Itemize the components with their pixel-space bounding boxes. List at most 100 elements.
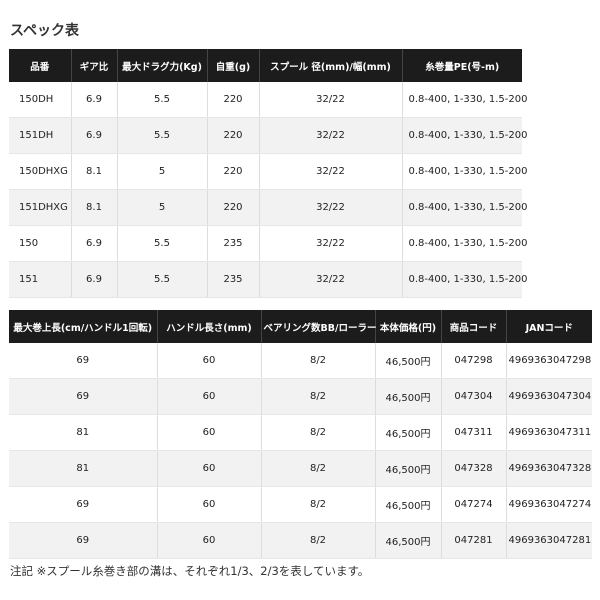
spec-table-cell: 150DHXG bbox=[9, 153, 72, 190]
spec-table-header-cell: 品番 bbox=[9, 49, 72, 82]
spec-table-cell: 220 bbox=[207, 117, 260, 154]
spec-table-header-row: 品番 ギア比 最大ドラグ力(Kg) 自重(g) スプール 径(mm)/幅(mm) 糸巻量P… bbox=[9, 49, 522, 82]
spec-table-cell: 5.5 bbox=[117, 82, 208, 118]
table-row: 69 60 8/2 46,500円 047281 4969363047281 bbox=[9, 522, 592, 559]
detail-table-cell: 69 bbox=[9, 486, 158, 523]
detail-table-cell: 047298 bbox=[441, 343, 507, 379]
table-row: 81 60 8/2 46,500円 047328 4969363047328 bbox=[9, 450, 592, 487]
spec-table-cell: 32/22 bbox=[259, 82, 403, 118]
detail-table-cell: 4969363047298 bbox=[506, 343, 592, 379]
detail-table-cell: 4969363047328 bbox=[506, 450, 592, 487]
detail-table-cell: 46,500円 bbox=[375, 414, 442, 451]
detail-table-cell: 4969363047274 bbox=[506, 486, 592, 523]
spec-table-cell: 150DH bbox=[9, 82, 72, 118]
detail-table-cell: 8/2 bbox=[261, 343, 376, 379]
spec-table-cell: 0.8-400, 1-330, 1.5-200 bbox=[402, 225, 527, 262]
detail-table-header-cell: ハンドル長さ(mm) bbox=[157, 310, 262, 343]
spec-table-cell: 32/22 bbox=[259, 225, 403, 262]
spec-table: 品番 ギア比 最大ドラグ力(Kg) 自重(g) スプール 径(mm)/幅(mm) 糸巻量P… bbox=[9, 49, 527, 298]
table-row: 69 60 8/2 46,500円 047274 4969363047274 bbox=[9, 486, 592, 523]
spec-table-body: 150DH 6.9 5.5 220 32/22 0.8-400, 1-330, 1.5-2… bbox=[9, 82, 527, 298]
detail-table-cell: 81 bbox=[9, 414, 158, 451]
detail-table-cell: 69 bbox=[9, 522, 158, 559]
detail-table-cell: 46,500円 bbox=[375, 486, 442, 523]
detail-table-cell: 60 bbox=[157, 522, 262, 559]
detail-table-header-cell: JANコード bbox=[506, 310, 592, 343]
detail-table-cell: 8/2 bbox=[261, 450, 376, 487]
spec-table-cell: 5.5 bbox=[117, 225, 208, 262]
detail-table-cell: 69 bbox=[9, 378, 158, 415]
spec-table-cell: 6.9 bbox=[71, 261, 118, 298]
detail-table-cell: 60 bbox=[157, 414, 262, 451]
detail-table-cell: 60 bbox=[157, 378, 262, 415]
table-row: 69 60 8/2 46,500円 047304 4969363047304 bbox=[9, 378, 592, 415]
detail-table-cell: 46,500円 bbox=[375, 450, 442, 487]
spec-table-cell: 8.1 bbox=[71, 153, 118, 190]
spec-table-header-cell: ギア比 bbox=[71, 49, 118, 82]
spec-table-cell: 6.9 bbox=[71, 225, 118, 262]
spec-table-cell: 32/22 bbox=[259, 117, 403, 154]
detail-table-cell: 8/2 bbox=[261, 414, 376, 451]
spec-table-cell: 32/22 bbox=[259, 261, 403, 298]
detail-table-cell: 46,500円 bbox=[375, 378, 442, 415]
spec-table-cell: 32/22 bbox=[259, 189, 403, 226]
detail-table-header-cell: 商品コード bbox=[441, 310, 507, 343]
detail-table-header-cell: 本体価格(円) bbox=[375, 310, 442, 343]
detail-table-cell: 047304 bbox=[441, 378, 507, 415]
table-row: 151DH 6.9 5.5 220 32/22 0.8-400, 1-330, 1.5-2… bbox=[9, 117, 527, 154]
detail-table-header-cell: 最大巻上長(cm/ハンドル1回転) bbox=[9, 310, 158, 343]
spec-table-header-cell: 糸巻量PE(号-m) bbox=[402, 49, 522, 82]
spec-table-cell: 0.8-400, 1-330, 1.5-200 bbox=[402, 261, 527, 298]
spec-table-header-cell: 最大ドラグ力(Kg) bbox=[117, 49, 208, 82]
detail-table-cell: 047328 bbox=[441, 450, 507, 487]
spec-table-cell: 5.5 bbox=[117, 261, 208, 298]
detail-table-cell: 047281 bbox=[441, 522, 507, 559]
spec-table-cell: 220 bbox=[207, 82, 260, 118]
table-row: 151 6.9 5.5 235 32/22 0.8-400, 1-330, 1.5-200 bbox=[9, 261, 527, 298]
spec-table-cell: 150 bbox=[9, 225, 72, 262]
spec-table-cell: 5 bbox=[117, 153, 208, 190]
spec-table-cell: 151 bbox=[9, 261, 72, 298]
spec-table-cell: 5 bbox=[117, 189, 208, 226]
detail-table-header-row: 最大巻上長(cm/ハンドル1回転) ハンドル長さ(mm) ベアリング数BB/ローラー… bbox=[9, 310, 592, 343]
spec-table-header-cell: スプール 径(mm)/幅(mm) bbox=[259, 49, 403, 82]
spec-table-cell: 8.1 bbox=[71, 189, 118, 226]
spec-table-cell: 151DHXG bbox=[9, 189, 72, 226]
table-row: 150DH 6.9 5.5 220 32/22 0.8-400, 1-330, 1.5-2… bbox=[9, 82, 527, 118]
detail-table-cell: 60 bbox=[157, 343, 262, 379]
spec-table-cell: 220 bbox=[207, 153, 260, 190]
spec-table-cell: 0.8-400, 1-330, 1.5-200 bbox=[402, 117, 527, 154]
detail-table-cell: 8/2 bbox=[261, 522, 376, 559]
detail-table-cell: 8/2 bbox=[261, 486, 376, 523]
table-row: 69 60 8/2 46,500円 047298 4969363047298 bbox=[9, 343, 592, 379]
detail-table-cell: 60 bbox=[157, 486, 262, 523]
detail-table: 最大巻上長(cm/ハンドル1回転) ハンドル長さ(mm) ベアリング数BB/ローラー… bbox=[9, 310, 592, 559]
spec-table-cell: 0.8-400, 1-330, 1.5-200 bbox=[402, 82, 527, 118]
spec-table-cell: 6.9 bbox=[71, 117, 118, 154]
table-row: 150DHXG 8.1 5 220 32/22 0.8-400, 1-330, 1.5-2… bbox=[9, 153, 527, 190]
spec-table-cell: 6.9 bbox=[71, 82, 118, 118]
detail-table-cell: 4969363047304 bbox=[506, 378, 592, 415]
table-row: 150 6.9 5.5 235 32/22 0.8-400, 1-330, 1.5-200 bbox=[9, 225, 527, 262]
detail-table-body: 69 60 8/2 46,500円 047298 4969363047298 69 60 8/2… bbox=[9, 343, 592, 559]
spec-table-header-cell: 自重(g) bbox=[207, 49, 260, 82]
footnote: 注記 ※スプール糸巻き部の溝は、それぞれ1/3、2/3を表しています。 bbox=[10, 564, 370, 578]
detail-table-cell: 4969363047311 bbox=[506, 414, 592, 451]
detail-table-cell: 60 bbox=[157, 450, 262, 487]
spec-table-cell: 32/22 bbox=[259, 153, 403, 190]
detail-table-cell: 81 bbox=[9, 450, 158, 487]
detail-table-cell: 46,500円 bbox=[375, 522, 442, 559]
detail-table-header-cell: ベアリング数BB/ローラー bbox=[261, 310, 376, 343]
section-title: スペック表 bbox=[10, 23, 80, 39]
spec-table-cell: 235 bbox=[207, 261, 260, 298]
table-row: 151DHXG 8.1 5 220 32/22 0.8-400, 1-330, 1.5-2… bbox=[9, 189, 527, 226]
spec-table-cell: 5.5 bbox=[117, 117, 208, 154]
detail-table-cell: 8/2 bbox=[261, 378, 376, 415]
spec-table-cell: 220 bbox=[207, 189, 260, 226]
detail-table-cell: 4969363047281 bbox=[506, 522, 592, 559]
spec-table-cell: 0.8-400, 1-330, 1.5-200 bbox=[402, 153, 527, 190]
spec-table-cell: 235 bbox=[207, 225, 260, 262]
detail-table-cell: 047274 bbox=[441, 486, 507, 523]
spec-table-cell: 0.8-400, 1-330, 1.5-200 bbox=[402, 189, 527, 226]
table-row: 81 60 8/2 46,500円 047311 4969363047311 bbox=[9, 414, 592, 451]
